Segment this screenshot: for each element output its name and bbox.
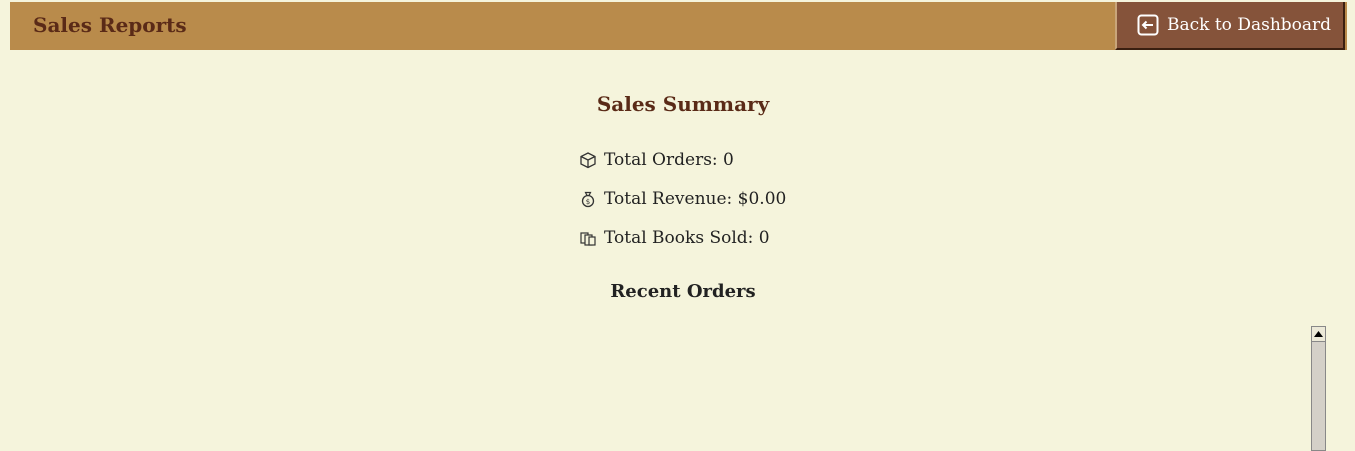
books-icon <box>580 232 596 246</box>
money-bag-icon: $ <box>581 191 595 208</box>
recent-orders-heading: Recent Orders <box>610 281 756 302</box>
total-revenue-stat: $ Total Revenue: $0.00 <box>579 189 786 209</box>
arrow-left-box-icon <box>1137 14 1159 36</box>
total-revenue-label: Total Revenue: $0.00 <box>604 189 787 209</box>
total-orders-stat: Total Orders: 0 <box>579 150 734 170</box>
back-button-label: Back to Dashboard <box>1167 15 1332 35</box>
total-books-sold-label: Total Books Sold: 0 <box>604 228 770 248</box>
sales-summary-heading: Sales Summary <box>596 92 770 116</box>
scroll-up-button[interactable] <box>1312 327 1325 342</box>
header-bar: Sales Reports Back to Dashboard <box>10 2 1347 50</box>
box-icon <box>580 152 596 169</box>
recent-orders-scrollbar[interactable] <box>1311 326 1326 451</box>
total-orders-label: Total Orders: 0 <box>604 150 734 170</box>
triangle-up-icon <box>1314 331 1323 337</box>
back-to-dashboard-button[interactable]: Back to Dashboard <box>1115 2 1345 50</box>
page-title: Sales Reports <box>33 13 187 37</box>
total-books-sold-stat: Total Books Sold: 0 <box>579 228 770 248</box>
svg-text:$: $ <box>586 198 590 206</box>
